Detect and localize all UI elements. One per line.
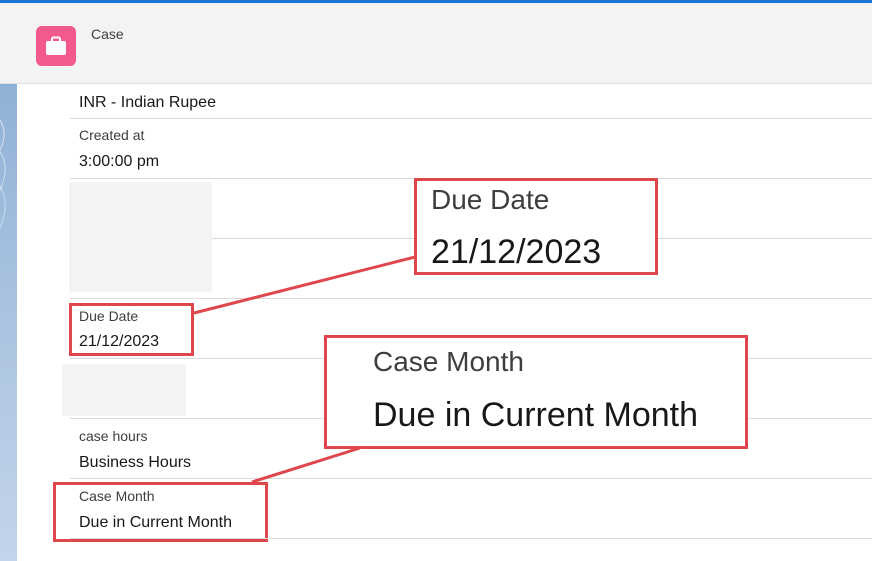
case-hours-value: Business Hours bbox=[79, 454, 192, 471]
created-at-label: Created at bbox=[79, 127, 145, 143]
case-hours-label: case hours bbox=[79, 428, 148, 444]
case-month-connector bbox=[251, 446, 361, 484]
row-divider bbox=[70, 478, 872, 479]
redacted-field bbox=[62, 364, 186, 416]
row-divider bbox=[70, 118, 872, 119]
case-month-value: Due in Current Month bbox=[79, 514, 232, 531]
case-month-label: Case Month bbox=[79, 488, 155, 504]
currency-value: INR - Indian Rupee bbox=[79, 94, 216, 111]
row-divider bbox=[70, 538, 872, 539]
briefcase-icon bbox=[36, 26, 76, 66]
object-title: Case bbox=[91, 26, 124, 42]
redacted-field bbox=[69, 182, 212, 292]
case-month-callout: Case Month Due in Current Month bbox=[324, 335, 748, 449]
due-date-label: Due Date bbox=[79, 308, 139, 324]
callout-due-date-value: 21/12/2023 bbox=[431, 233, 602, 271]
row-divider bbox=[70, 298, 872, 299]
callout-due-date-label: Due Date bbox=[431, 184, 550, 215]
record-header: Case bbox=[0, 3, 872, 84]
due-date-callout: Due Date 21/12/2023 bbox=[414, 178, 658, 275]
side-decoration bbox=[0, 84, 17, 561]
created-at-value: 3:00:00 pm bbox=[79, 153, 160, 170]
due-date-connector bbox=[193, 255, 416, 315]
due-date-value: 21/12/2023 bbox=[79, 333, 160, 350]
callout-case-month-label: Case Month bbox=[373, 346, 524, 377]
callout-case-month-value: Due in Current Month bbox=[373, 396, 699, 434]
